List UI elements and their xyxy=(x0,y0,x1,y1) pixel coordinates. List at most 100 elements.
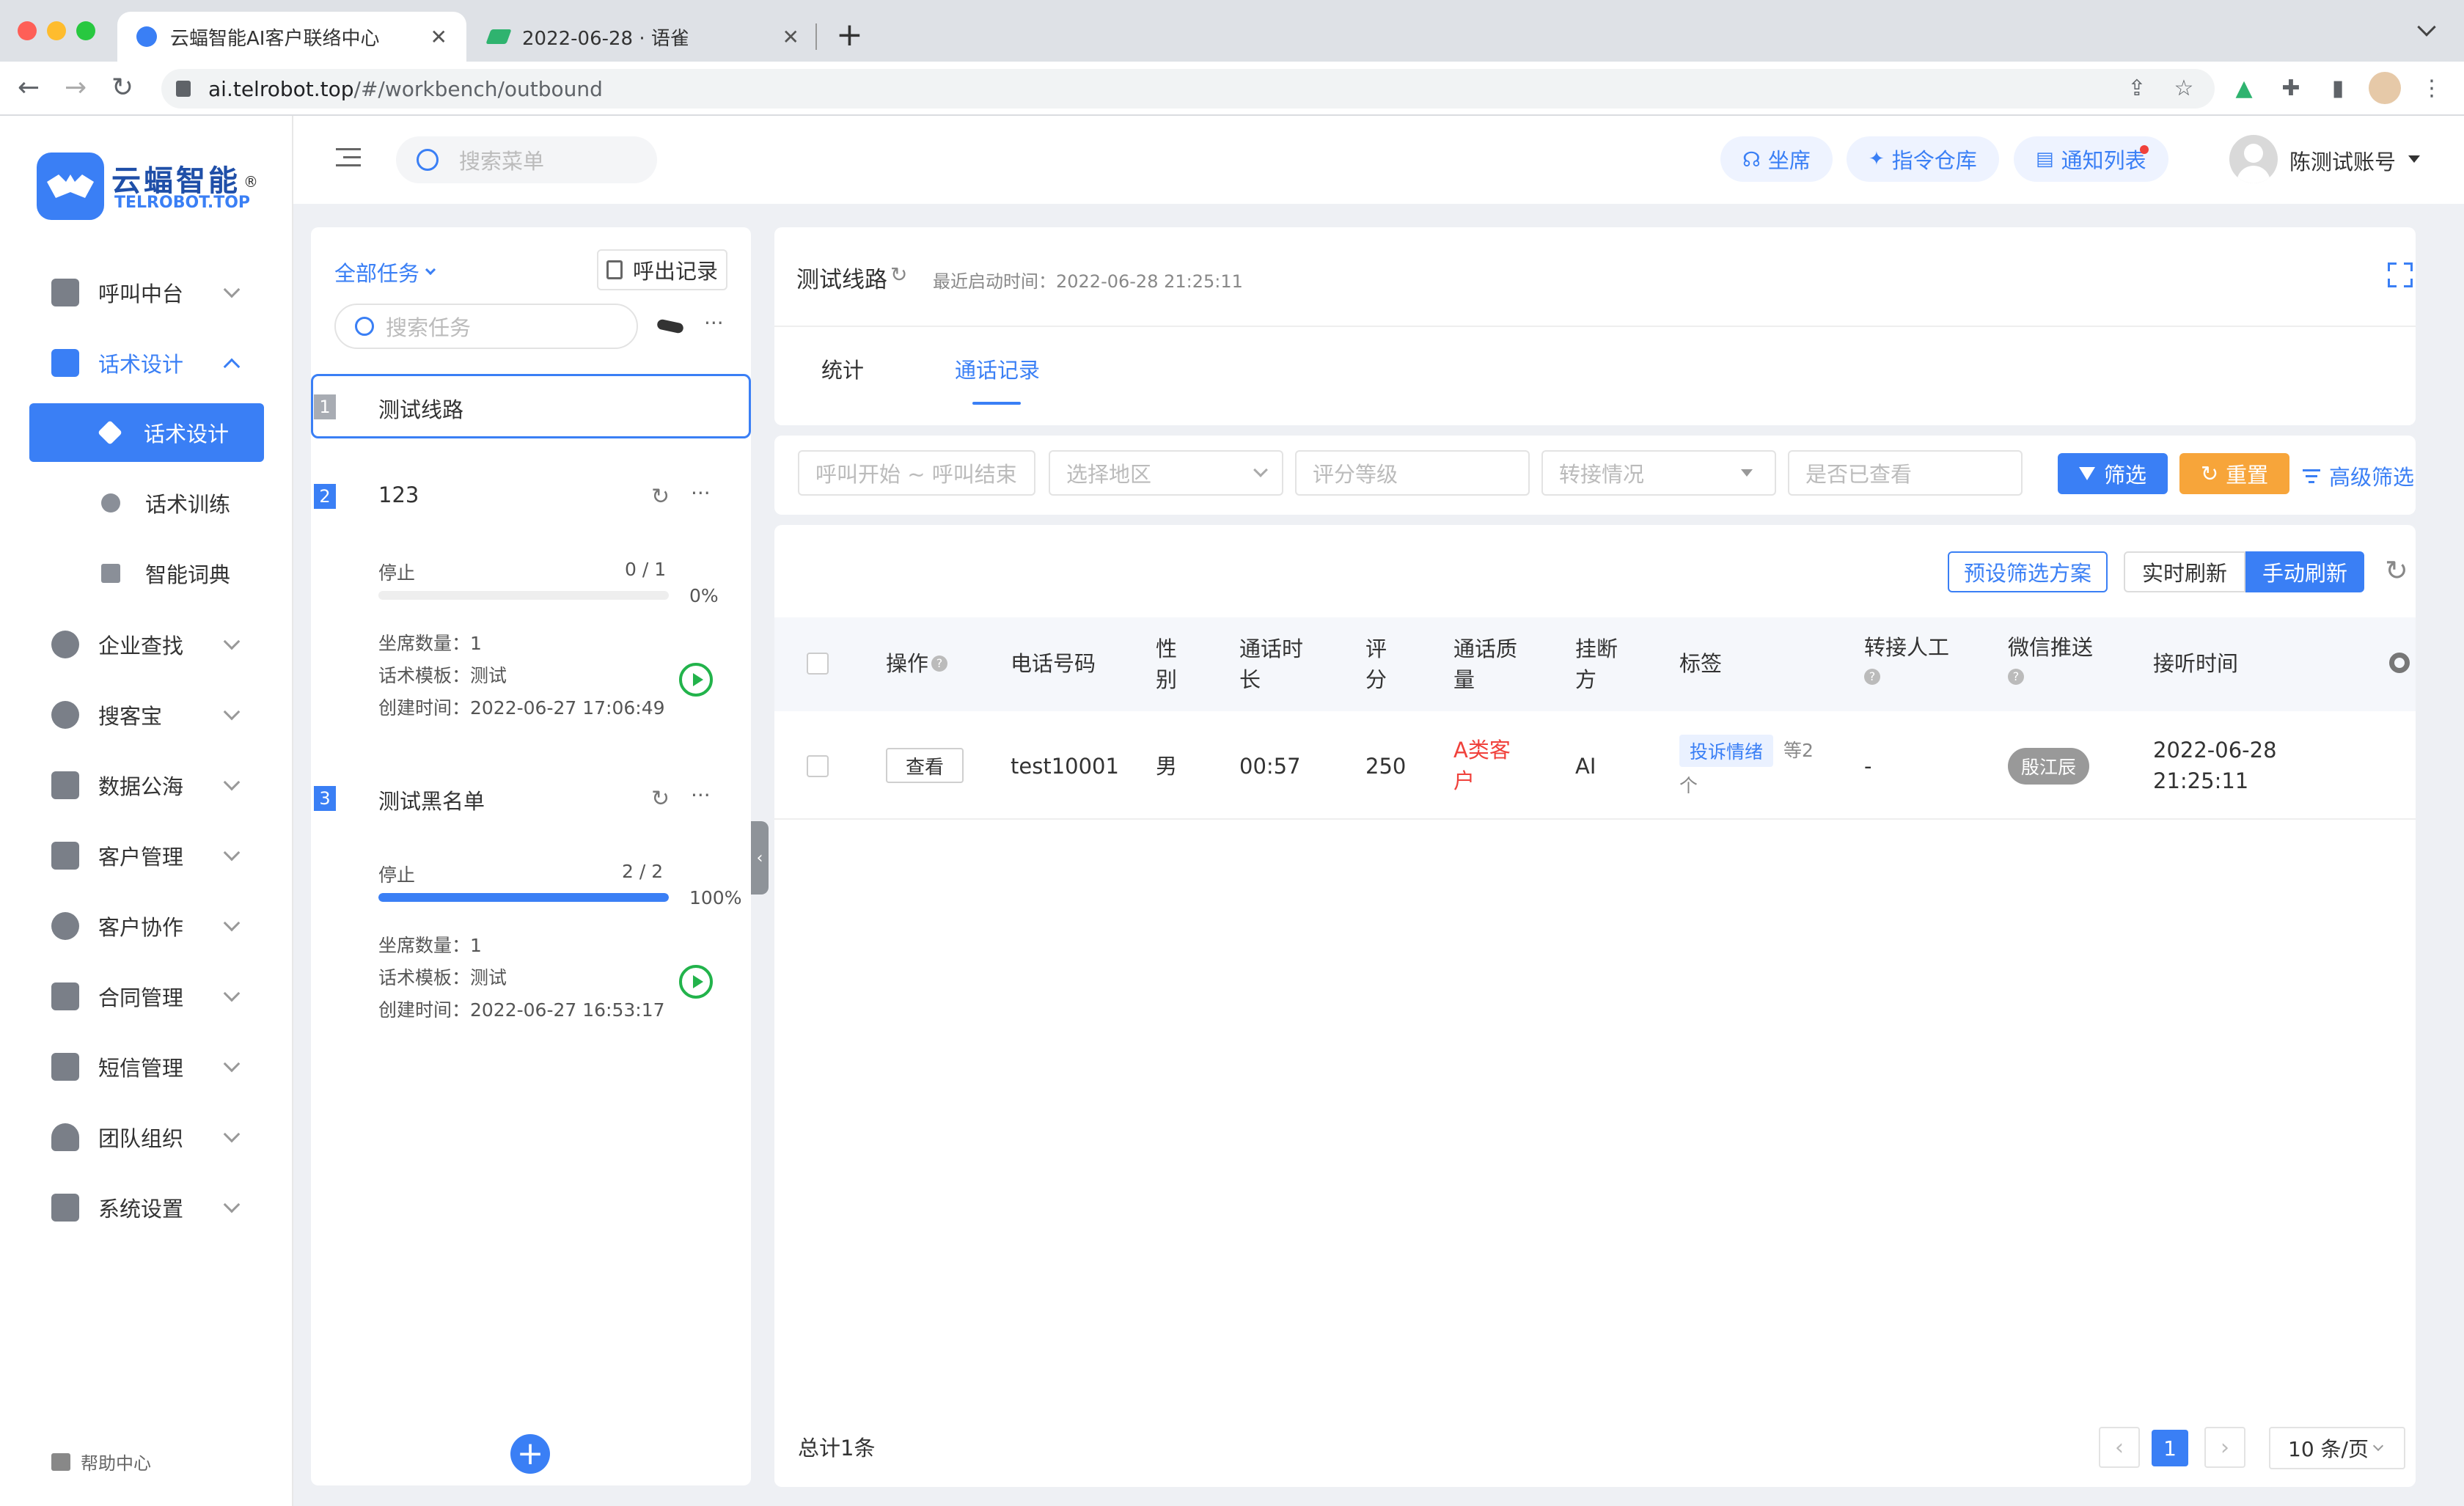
sidebar-item-call-center[interactable]: 呼叫中台 xyxy=(0,264,293,321)
wechat-push-badge: 殷江辰 xyxy=(2008,748,2090,785)
sidebar-item-data-pool[interactable]: 数据公海 xyxy=(0,757,293,814)
sidebar-item-customer-mgmt[interactable]: 客户管理 xyxy=(0,827,293,884)
dictionary-book-icon xyxy=(101,564,120,583)
sidebar-item-script-design[interactable]: 话术设计 xyxy=(0,334,293,392)
sidebar-subitem-dictionary[interactable]: 智能词典 xyxy=(0,544,293,603)
add-task-button[interactable]: + xyxy=(510,1434,550,1474)
profile-avatar-icon[interactable] xyxy=(2369,72,2401,104)
share-icon[interactable]: ⇪ xyxy=(2122,73,2152,103)
fullscreen-icon[interactable] xyxy=(2388,262,2413,287)
tab-call-records[interactable]: 通话记录 xyxy=(955,353,1040,384)
task-filter-dropdown[interactable]: 全部任务 xyxy=(334,257,436,287)
browser-tab-active[interactable]: 云蝠智能AI客户联络中心 ✕ xyxy=(117,12,466,62)
book-icon xyxy=(51,349,79,377)
url-bar[interactable]: ai.telrobot.top/#/workbench/outbound xyxy=(161,69,2215,109)
task-name[interactable]: 测试黑名单 xyxy=(378,785,485,815)
sidebar-subitem-script-design[interactable]: 话术设计 xyxy=(0,403,293,462)
task-name[interactable]: 123 xyxy=(378,482,419,507)
browser-menu-icon[interactable]: ⋮ xyxy=(2417,73,2446,103)
seat-button[interactable]: ☊ 坐席 xyxy=(1720,136,1833,182)
sidebar-item-contract-mgmt[interactable]: 合同管理 xyxy=(0,968,293,1025)
task-more-icon[interactable]: ··· xyxy=(691,481,711,505)
help-circle-icon[interactable]: ? xyxy=(931,655,948,672)
advanced-filter-link[interactable]: 高级筛选 xyxy=(2303,460,2414,491)
extensions-puzzle-icon[interactable]: ✚ xyxy=(2276,73,2306,103)
side-panel-icon[interactable]: ▮ xyxy=(2323,73,2353,103)
task-seats: 坐席数量：1 xyxy=(378,935,482,956)
th-operation: 操作 ? xyxy=(886,648,948,679)
bookmark-star-icon[interactable]: ☆ xyxy=(2169,73,2199,103)
new-tab-icon[interactable]: + xyxy=(836,16,863,54)
preset-filter-button[interactable]: 预设筛选方案 xyxy=(1948,551,2108,592)
sidebar-item-team-org[interactable]: 团队组织 xyxy=(0,1109,293,1166)
chevron-down-icon xyxy=(223,774,241,791)
chevron-down-icon xyxy=(223,914,241,932)
sidebar-item-enterprise-search[interactable]: 企业查找 xyxy=(0,616,293,673)
more-options-icon[interactable]: ··· xyxy=(704,311,724,335)
menu-search-input[interactable]: 搜索菜单 xyxy=(396,136,657,183)
select-all-checkbox[interactable] xyxy=(807,653,829,675)
record-doc-icon xyxy=(606,260,623,279)
collapse-menu-icon[interactable] xyxy=(336,148,361,170)
viewed-select[interactable]: 是否已查看 xyxy=(1788,450,2023,496)
task-refresh-icon[interactable]: ↻ xyxy=(651,786,670,812)
close-tab-icon[interactable]: ✕ xyxy=(782,25,799,49)
transfer-select[interactable]: 转接情况 xyxy=(1541,450,1776,496)
reset-button[interactable]: ↻ 重置 xyxy=(2179,453,2289,494)
user-dropdown-caret-icon[interactable] xyxy=(2408,155,2420,163)
user-name[interactable]: 陈测试账号 xyxy=(2289,145,2396,176)
grade-select[interactable]: 评分等级 xyxy=(1295,450,1530,496)
help-center-link[interactable]: 帮助中心 xyxy=(51,1449,151,1474)
task-search-input[interactable]: 搜索任务 xyxy=(334,304,638,349)
tab-statistics[interactable]: 统计 xyxy=(821,353,864,384)
close-tab-icon[interactable]: ✕ xyxy=(430,25,447,49)
play-icon[interactable] xyxy=(679,965,713,999)
view-record-button[interactable]: 查看 xyxy=(886,748,964,783)
search-magnifier-icon xyxy=(51,701,79,729)
user-avatar[interactable] xyxy=(2229,135,2278,183)
lock-icon xyxy=(176,81,191,97)
call-record-button[interactable]: 呼出记录 xyxy=(597,249,727,290)
page-size-select[interactable]: 10 条/页 xyxy=(2269,1427,2405,1469)
collapse-panel-handle[interactable]: ‹ xyxy=(751,821,769,895)
realtime-refresh-toggle[interactable]: 实时刷新 xyxy=(2124,551,2245,592)
call-time-range-input[interactable]: 呼叫开始 ~ 呼叫结束 xyxy=(798,450,1035,496)
reload-icon[interactable]: ↻ xyxy=(111,73,133,103)
next-page-icon[interactable]: › xyxy=(2204,1427,2245,1468)
sidebar-item-soukebao[interactable]: 搜客宝 xyxy=(0,686,293,743)
th-duration: 通话时长 xyxy=(1239,636,1304,692)
cell-quality: A类客户 xyxy=(1453,738,1511,793)
task-refresh-icon[interactable]: ↻ xyxy=(651,484,670,510)
sidebar-item-system-settings[interactable]: 系统设置 xyxy=(0,1179,293,1236)
column-settings-gear-icon[interactable] xyxy=(2389,653,2410,673)
chart-icon xyxy=(51,771,79,799)
browser-tab-inactive[interactable]: 2022-06-28 · 语雀 ✕ xyxy=(469,12,818,62)
maximize-window-icon[interactable] xyxy=(76,21,95,40)
title-refresh-icon[interactable]: ↻ xyxy=(890,262,907,287)
region-select[interactable]: 选择地区 xyxy=(1049,450,1283,496)
task-more-icon[interactable]: ··· xyxy=(691,783,711,807)
table-refresh-icon[interactable]: ↻ xyxy=(2385,554,2408,587)
minimize-window-icon[interactable] xyxy=(47,21,66,40)
forward-icon[interactable]: → xyxy=(65,73,87,103)
help-circle-icon[interactable]: ? xyxy=(1864,669,1880,685)
sidebar-subitem-script-training[interactable]: 话术训练 xyxy=(0,474,293,532)
manual-refresh-toggle[interactable]: 手动刷新 xyxy=(2245,551,2364,592)
prev-page-icon[interactable]: ‹ xyxy=(2099,1427,2140,1468)
sidebar-item-customer-collab[interactable]: 客户协作 xyxy=(0,897,293,955)
row-checkbox[interactable] xyxy=(807,755,829,777)
play-icon[interactable] xyxy=(679,663,713,697)
command-repo-button[interactable]: ✦ 指令仓库 xyxy=(1847,136,1999,182)
page-number-active[interactable]: 1 xyxy=(2152,1430,2188,1466)
filter-button[interactable]: 筛选 xyxy=(2058,453,2168,494)
close-window-icon[interactable] xyxy=(18,21,37,40)
cell-gender: 男 xyxy=(1156,754,1178,779)
task-item-selected[interactable] xyxy=(311,374,751,438)
notice-list-button[interactable]: ▤ 通知列表 xyxy=(2014,136,2168,182)
search-icon xyxy=(355,317,374,336)
help-circle-icon[interactable]: ? xyxy=(2008,669,2024,685)
sidebar-item-sms-mgmt[interactable]: 短信管理 xyxy=(0,1038,293,1095)
back-icon[interactable]: ← xyxy=(18,73,40,103)
task-number: 3 xyxy=(314,786,336,811)
extension-vue-icon[interactable]: ▲ xyxy=(2229,73,2259,103)
